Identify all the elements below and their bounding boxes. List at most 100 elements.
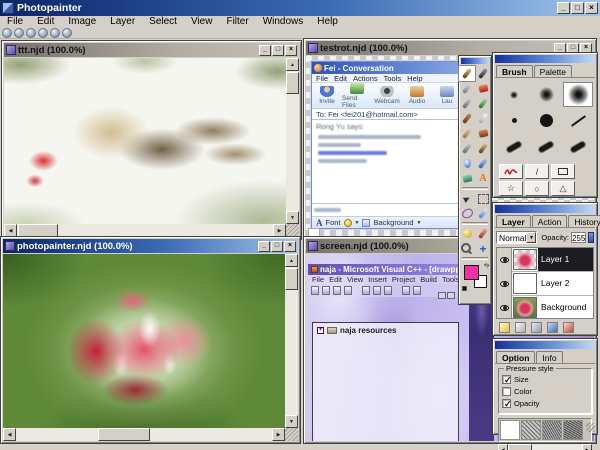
scroll-thumb[interactable] xyxy=(286,72,299,94)
knife-tool[interactable] xyxy=(459,96,475,111)
noise-texture-1[interactable] xyxy=(521,420,541,440)
panel-title-bar[interactable] xyxy=(495,55,595,63)
tab[interactable]: History xyxy=(568,215,600,227)
hard-dot-large-brush[interactable] xyxy=(531,108,561,133)
maximize-button[interactable]: □ xyxy=(571,2,584,14)
vertical-scrollbar[interactable]: ▲ ▼ xyxy=(286,58,299,224)
star-shape-button[interactable]: ☆ xyxy=(499,181,523,196)
about-icon[interactable] xyxy=(62,28,72,38)
soft-dot-small-brush[interactable] xyxy=(499,82,529,107)
default-colors-icon[interactable] xyxy=(462,286,467,291)
menu-item[interactable]: File xyxy=(0,16,30,28)
adjustment-layer-icon[interactable] xyxy=(547,322,558,333)
tab[interactable]: Palette xyxy=(534,65,572,77)
lasso-tool[interactable] xyxy=(459,206,475,221)
open-icon[interactable] xyxy=(14,28,24,38)
tab[interactable]: Action xyxy=(532,215,568,227)
minimize-button[interactable]: _ xyxy=(258,241,270,252)
scroll-thumb[interactable] xyxy=(508,444,532,450)
menu-item[interactable]: Image xyxy=(61,16,103,28)
visibility-toggle[interactable] xyxy=(497,296,512,320)
thin-line-brush[interactable] xyxy=(563,108,593,133)
new-icon[interactable] xyxy=(2,28,12,38)
checkbox-item[interactable]: Opacity xyxy=(502,399,546,408)
scroll-down-icon[interactable]: ▼ xyxy=(285,415,298,428)
ink-pen-tool[interactable] xyxy=(475,66,491,81)
blend-mode-select[interactable]: Normal ▼ xyxy=(496,231,537,244)
save-icon[interactable] xyxy=(26,28,36,38)
maximize-button[interactable]: □ xyxy=(271,241,283,252)
horizontal-scrollbar[interactable]: ◀ ▶ xyxy=(3,428,285,441)
tab[interactable]: Info xyxy=(536,351,562,363)
resize-grip[interactable] xyxy=(285,428,298,441)
layer-row[interactable]: Layer 2 xyxy=(497,272,593,296)
diagonal-stroke-brush-3[interactable] xyxy=(563,134,593,159)
checkbox[interactable] xyxy=(502,399,511,408)
layer-row[interactable]: Layer 1 xyxy=(497,248,593,272)
tab[interactable]: Brush xyxy=(496,65,533,77)
print-icon[interactable] xyxy=(50,28,60,38)
palette-title-bar[interactable] xyxy=(461,58,489,64)
thin-brush-tool[interactable] xyxy=(459,141,475,156)
noise-texture-2[interactable] xyxy=(542,420,562,440)
scroll-left-icon[interactable]: ◀ xyxy=(498,444,508,450)
round-brush-tool[interactable] xyxy=(475,141,491,156)
scroll-thumb[interactable] xyxy=(285,268,298,290)
tab[interactable]: Option xyxy=(496,351,535,363)
ttt-title-bar[interactable]: ttt.njd (100.0%) _ □ × xyxy=(4,43,299,57)
visibility-toggle[interactable] xyxy=(497,248,512,272)
texture-scrollbar[interactable]: ◀ ▶ xyxy=(498,444,592,450)
menu-item[interactable]: Help xyxy=(310,16,345,28)
menu-item[interactable]: Layer xyxy=(103,16,142,28)
scroll-right-icon[interactable]: ▶ xyxy=(272,428,285,441)
rectangle-shape-button[interactable] xyxy=(551,164,575,179)
foreground-color-swatch[interactable] xyxy=(464,265,479,280)
close-button[interactable]: × xyxy=(585,2,598,14)
rose-painting-canvas[interactable] xyxy=(3,254,285,428)
bird-painting-canvas[interactable] xyxy=(4,58,286,224)
text-tool[interactable]: A xyxy=(475,171,491,186)
menu-item[interactable]: Edit xyxy=(30,16,61,28)
menu-item[interactable]: View xyxy=(184,16,220,28)
layer-row[interactable]: Background xyxy=(497,296,593,319)
dropdown-icon[interactable]: ▼ xyxy=(526,232,536,243)
opacity-input[interactable]: 255 xyxy=(571,232,586,243)
rect-select-tool[interactable] xyxy=(475,191,491,206)
menu-item[interactable]: Select xyxy=(142,16,184,28)
white-pencil-tool[interactable] xyxy=(475,111,491,126)
photopainter-title-bar[interactable]: photopainter.njd (100.0%) _ □ × xyxy=(3,239,298,253)
app-title-bar[interactable]: Photopainter _ □ × xyxy=(0,0,600,16)
scribble-shape-button[interactable] xyxy=(499,164,523,179)
checkbox[interactable] xyxy=(502,387,511,396)
panel-title-bar[interactable] xyxy=(495,205,595,213)
eyedropper-tool[interactable] xyxy=(475,226,491,241)
checkbox[interactable] xyxy=(502,375,511,384)
scroll-up-icon[interactable]: ▲ xyxy=(285,254,298,267)
close-button[interactable]: × xyxy=(284,241,296,252)
checkbox-item[interactable]: Color xyxy=(502,387,546,396)
save-as-icon[interactable] xyxy=(38,28,48,38)
minimize-button[interactable]: _ xyxy=(259,45,271,56)
fountain-pen-tool[interactable] xyxy=(459,81,475,96)
swap-colors-icon[interactable]: ⇄ xyxy=(482,261,491,270)
menu-item[interactable]: Filter xyxy=(219,16,255,28)
diagonal-stroke-brush-2[interactable] xyxy=(531,134,561,159)
marker-tool[interactable] xyxy=(475,126,491,141)
menu-item[interactable]: Windows xyxy=(256,16,311,28)
close-button[interactable]: × xyxy=(285,45,297,56)
delete-layer-icon[interactable] xyxy=(563,322,574,333)
line-shape-button[interactable]: / xyxy=(525,164,549,179)
wet-brush-tool[interactable] xyxy=(475,156,491,171)
color-sphere-tool[interactable] xyxy=(459,226,475,241)
magic-wand-tool[interactable] xyxy=(475,206,491,221)
move-tool[interactable] xyxy=(459,191,475,206)
ink-bottle-tool[interactable] xyxy=(459,171,475,186)
duplicate-layer-icon[interactable] xyxy=(531,322,542,333)
scroll-thumb[interactable] xyxy=(98,428,150,441)
fan-brush-tool[interactable] xyxy=(459,126,475,141)
panel-title-bar[interactable] xyxy=(495,341,595,349)
noise-texture-3[interactable] xyxy=(563,420,583,440)
scroll-down-icon[interactable]: ▼ xyxy=(286,211,299,224)
new-layer-icon[interactable] xyxy=(499,322,510,333)
maximize-button[interactable]: □ xyxy=(272,45,284,56)
